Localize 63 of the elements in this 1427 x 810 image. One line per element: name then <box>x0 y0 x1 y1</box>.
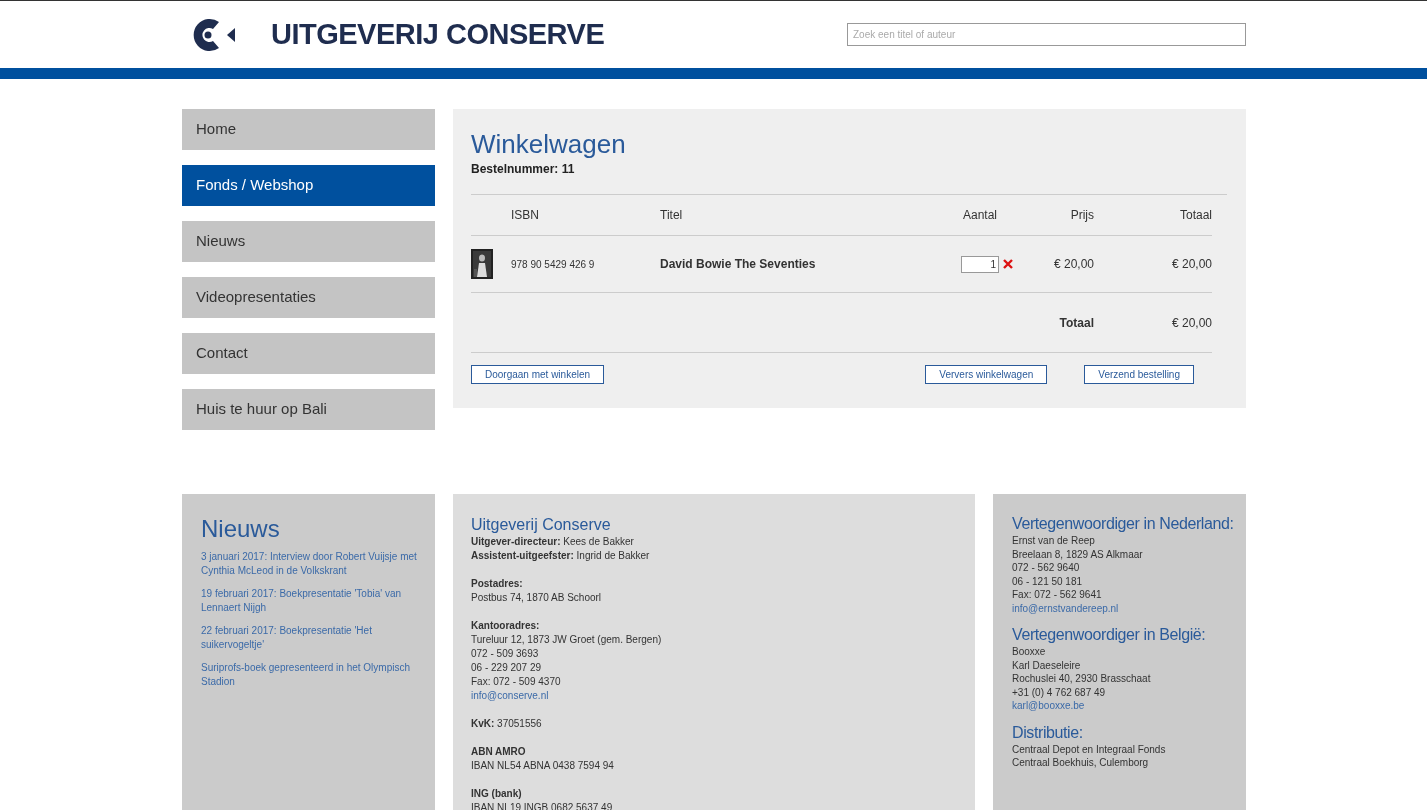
contact-line: Assistent-uitgeefster: Ingrid de Bakker <box>471 549 650 563</box>
news-link[interactable]: Suriprofs-boek gepresenteerd in het Olympisch Stadion <box>201 661 421 689</box>
contact-line: Centraal Depot en Integraal Fonds <box>1012 742 1166 756</box>
quantity-field[interactable]: 1 <box>961 255 999 273</box>
contact-line: Rochuslei 40, 2930 Brasschaat <box>1012 672 1151 686</box>
title-cell-text: David Bowie The Seventies <box>660 256 817 273</box>
contact-line: Karl Daeseleire <box>1012 658 1081 672</box>
nav-item[interactable]: Contact <box>182 333 435 374</box>
news-link[interactable]: 3 januari 2017: Interview door Robert Vuijsje met Cynthia McLeod in de Volkskrant <box>201 550 421 578</box>
logo-icon <box>191 17 237 52</box>
section-heading: Vertegenwoordiger in Nederland: <box>1012 514 1234 534</box>
contact-line: Kantooradres: <box>471 619 540 633</box>
contact-line: 072 - 509 3693 <box>471 647 539 661</box>
action-button[interactable]: Ververs winkelwagen <box>925 365 1048 384</box>
action-button[interactable]: Verzend bestelling <box>1084 365 1194 384</box>
action-button[interactable]: Doorgaan met winkelen <box>471 365 605 384</box>
news-link[interactable]: 19 februari 2017: Boekpresentatie 'Tobia' van Lennaert Nijgh <box>201 587 421 615</box>
contact-line: Ernst van de Reep <box>1012 534 1095 548</box>
page-title: Winkelwagen <box>471 129 627 159</box>
contact-line: KvK: 37051556 <box>471 717 542 731</box>
contact-line: Uitgever-directeur: Kees de Bakker <box>471 535 634 549</box>
email-link[interactable]: info@conserve.nl <box>471 689 549 703</box>
news-heading: Nieuws <box>201 514 281 544</box>
contact-line: ING (bank) <box>471 787 522 801</box>
total-value: € 20,00 <box>1170 314 1212 332</box>
nav-item[interactable]: Huis te huur op Bali <box>182 389 435 430</box>
logo-text: UITGEVERIJ CONSERVE <box>271 16 605 52</box>
price-cell-text: € 20,00 <box>1052 256 1094 273</box>
delete-icon[interactable] <box>1002 258 1014 270</box>
column-header: Aantal <box>962 207 998 224</box>
contact-line: IBAN NL54 ABNA 0438 7594 94 <box>471 759 614 773</box>
column-header: Prijs <box>1069 207 1094 224</box>
contact-line: 06 - 229 207 29 <box>471 661 542 675</box>
email-link[interactable]: karl@booxxe.be <box>1012 699 1085 713</box>
column-header: Titel <box>660 207 684 224</box>
contact-line: 072 - 562 9640 <box>1012 561 1080 575</box>
column-header: ISBN <box>511 207 540 224</box>
email-link[interactable]: info@ernstvandereep.nl <box>1012 601 1119 615</box>
news-link[interactable]: 22 februari 2017: Boekpresentatie 'Het suikervogeltje' <box>201 624 421 652</box>
order-number: Bestelnummer: 11 <box>471 161 576 178</box>
contact-line: Fax: 072 - 562 9641 <box>1012 588 1102 602</box>
nav-item[interactable]: Videopresentaties <box>182 277 435 318</box>
contact-line: Postadres: <box>471 577 523 591</box>
contact-line: Tureluur 12, 1873 JW Groet (gem. Bergen) <box>471 633 662 647</box>
contact-line: ABN AMRO <box>471 745 526 759</box>
nav-item[interactable]: Nieuws <box>182 221 435 262</box>
section-heading: Vertegenwoordiger in België: <box>1012 625 1207 645</box>
search-field[interactable]: Zoek een titel of auteur <box>847 23 1246 46</box>
isbn-cell-text: 978 90 5429 426 9 <box>511 257 596 272</box>
column-header: Totaal <box>1178 207 1212 224</box>
contact-heading: Uitgeverij Conserve <box>471 515 612 535</box>
contact-line: Fax: 072 - 509 4370 <box>471 675 561 689</box>
contact-line: Postbus 74, 1870 AB Schoorl <box>471 591 602 605</box>
contact-line: Breelaan 8, 1829 AS Alkmaar <box>1012 547 1143 561</box>
contact-line: Centraal Boekhuis, Culemborg <box>1012 756 1149 770</box>
nav-item[interactable]: Fonds / Webshop <box>182 165 435 206</box>
contact-line: 06 - 121 50 181 <box>1012 574 1083 588</box>
total-cell-text: € 20,00 <box>1170 256 1212 273</box>
nav-item[interactable]: Home <box>182 109 435 150</box>
total-label: Totaal <box>1059 314 1094 332</box>
contact-line: +31 (0) 4 762 687 49 <box>1012 685 1106 699</box>
contact-line: Booxxe <box>1012 645 1046 659</box>
section-heading: Distributie: <box>1012 722 1084 743</box>
